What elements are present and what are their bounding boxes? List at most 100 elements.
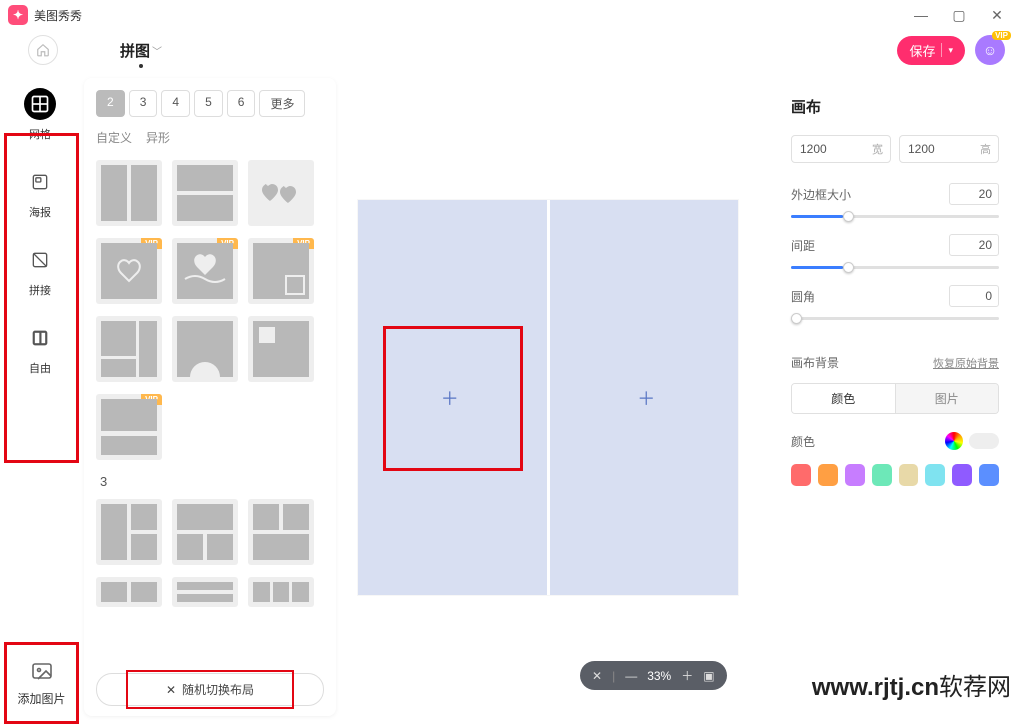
gap-slider[interactable] xyxy=(791,266,999,269)
sidebar-item-poster[interactable]: 海报 xyxy=(24,166,56,220)
swatch[interactable] xyxy=(818,464,838,486)
heart-icon xyxy=(101,243,157,299)
app-title: 美图秀秀 xyxy=(34,7,82,24)
save-button[interactable]: 保存 ▾ xyxy=(897,36,965,65)
bg-tabs: 颜色 图片 xyxy=(791,383,999,414)
canvas-cell-2[interactable]: ＋ xyxy=(555,200,739,595)
template-item[interactable]: VIP xyxy=(248,238,314,304)
vip-badge: VIP xyxy=(992,31,1011,40)
plus-icon: ＋ xyxy=(637,385,655,411)
zoom-value: 33% xyxy=(647,669,671,683)
close-button[interactable]: ✕ xyxy=(989,7,1005,23)
swatch[interactable] xyxy=(979,464,999,486)
type-tab-custom[interactable]: 自定义 xyxy=(96,129,132,146)
top-toolbar: 拼图 ﹀ 保存 ▾ ☺ VIP xyxy=(0,30,1021,70)
template-item[interactable] xyxy=(96,316,162,382)
color-label: 颜色 xyxy=(791,433,815,450)
template-item[interactable] xyxy=(248,160,314,226)
template-item[interactable] xyxy=(172,316,238,382)
splice-icon xyxy=(24,244,56,276)
random-layout-button[interactable]: ✕ 随机切换布局 xyxy=(96,673,324,706)
count-tabs: 2 3 4 5 6 更多 xyxy=(96,90,324,117)
swatch[interactable] xyxy=(952,464,972,486)
swatch[interactable] xyxy=(845,464,865,486)
count-tab-6[interactable]: 6 xyxy=(227,90,256,117)
maximize-button[interactable]: ▢ xyxy=(951,7,967,23)
right-panel: 画布 宽 高 外边框大小 间距 圆角 画布背景 恢复原始背景 颜色 图片 xyxy=(775,78,1015,716)
bg-tab-color[interactable]: 颜色 xyxy=(792,384,896,413)
page-title-wrap[interactable]: 拼图 ﹀ xyxy=(120,40,162,61)
swatch[interactable] xyxy=(899,464,919,486)
template-item[interactable] xyxy=(248,499,314,565)
border-input[interactable] xyxy=(949,183,999,205)
height-input-wrap: 高 xyxy=(899,135,999,163)
width-input-wrap: 宽 xyxy=(791,135,891,163)
section-label: 3 xyxy=(100,474,324,489)
gap-input[interactable] xyxy=(949,234,999,256)
template-item[interactable] xyxy=(172,160,238,226)
template-item[interactable] xyxy=(96,160,162,226)
color-picker-button[interactable] xyxy=(945,432,963,450)
template-item[interactable] xyxy=(172,499,238,565)
count-tab-5[interactable]: 5 xyxy=(194,90,223,117)
radius-slider[interactable] xyxy=(791,317,999,320)
border-slider[interactable] xyxy=(791,215,999,218)
template-item[interactable]: VIP xyxy=(96,238,162,304)
template-item[interactable] xyxy=(96,577,162,607)
canvas-cell-1[interactable]: ＋ xyxy=(358,200,542,595)
swatch[interactable] xyxy=(925,464,945,486)
home-icon xyxy=(36,43,50,57)
add-image-button[interactable]: 添加图片 xyxy=(4,642,79,724)
swatch[interactable] xyxy=(872,464,892,486)
sidebar-item-splice[interactable]: 拼接 xyxy=(24,244,56,298)
shuffle-button[interactable]: ✕ xyxy=(592,669,602,683)
sidebar-item-free[interactable]: 自由 xyxy=(24,322,56,376)
count-tab-more[interactable]: 更多 xyxy=(259,90,305,117)
count-tab-4[interactable]: 4 xyxy=(161,90,190,117)
titlebar: ✦ 美图秀秀 — ▢ ✕ xyxy=(0,0,1021,30)
swatch[interactable] xyxy=(791,464,811,486)
bg-tab-image[interactable]: 图片 xyxy=(896,384,999,413)
app-logo: ✦ xyxy=(8,5,28,25)
zoom-toolbar: ✕ | — 33% ＋ ▣ xyxy=(580,661,727,690)
fit-button[interactable]: ▣ xyxy=(703,669,714,683)
left-sidebar: 网格 海报 拼接 自由 添加图片 xyxy=(0,70,80,724)
count-tab-3[interactable]: 3 xyxy=(129,90,158,117)
template-item[interactable]: VIP xyxy=(172,238,238,304)
template-item[interactable] xyxy=(248,316,314,382)
chevron-down-icon: ﹀ xyxy=(152,43,162,58)
sidebar-item-grid[interactable]: 网格 xyxy=(24,88,56,142)
template-item[interactable] xyxy=(248,577,314,607)
canvas[interactable]: ＋ ＋ xyxy=(358,200,738,595)
border-label: 外边框大小 xyxy=(791,186,851,203)
plus-icon: ＋ xyxy=(441,385,459,411)
zoom-in-button[interactable]: ＋ xyxy=(681,667,693,684)
count-tab-2[interactable]: 2 xyxy=(96,90,125,117)
template-item[interactable] xyxy=(96,499,162,565)
gap-label: 间距 xyxy=(791,237,815,254)
poster-icon xyxy=(24,166,56,198)
home-button[interactable] xyxy=(28,35,58,65)
grid-icon xyxy=(24,88,56,120)
save-label: 保存 xyxy=(909,41,935,60)
template-item[interactable]: VIP xyxy=(96,394,162,460)
type-tabs: 自定义 异形 xyxy=(96,129,324,146)
shuffle-icon: ✕ xyxy=(166,683,176,697)
bg-label: 画布背景 xyxy=(791,354,839,371)
panel-title: 画布 xyxy=(791,96,999,117)
radius-input[interactable] xyxy=(949,285,999,307)
template-scroll[interactable]: VIP VIP VIP VIP 3 xyxy=(96,160,324,704)
page-title: 拼图 xyxy=(120,40,150,61)
color-toggle[interactable] xyxy=(969,433,999,449)
radius-label: 圆角 xyxy=(791,288,815,305)
chevron-down-icon: ▾ xyxy=(948,45,953,56)
minimize-button[interactable]: — xyxy=(913,7,929,23)
user-avatar[interactable]: ☺ VIP xyxy=(975,35,1005,65)
free-icon xyxy=(24,322,56,354)
type-tab-irregular[interactable]: 异形 xyxy=(146,129,170,146)
restore-bg-button[interactable]: 恢复原始背景 xyxy=(933,355,999,371)
template-item[interactable] xyxy=(172,577,238,607)
template-panel: 2 3 4 5 6 更多 自定义 异形 VIP VIP VIP VIP 3 xyxy=(84,78,336,716)
active-dot xyxy=(139,64,143,68)
zoom-out-button[interactable]: — xyxy=(625,669,637,683)
